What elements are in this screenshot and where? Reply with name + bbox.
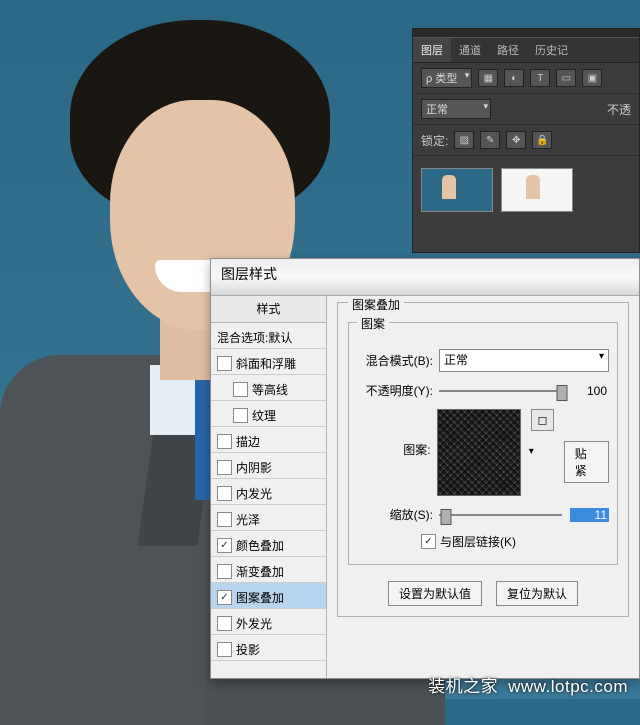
style-item-label: 等高线 [252, 381, 288, 398]
pattern-overlay-settings: 图案叠加 图案 混合模式(B): 正常 不透明度(Y): 100 [327, 296, 639, 678]
blending-options-item[interactable]: 混合选项:默认 [211, 323, 326, 349]
style-checkbox[interactable] [217, 564, 232, 579]
filter-type-select[interactable]: ρ 类型 [421, 68, 472, 88]
scale-slider[interactable] [439, 507, 562, 523]
opacity-label: 不透 [607, 101, 631, 118]
group-title: 图案 [357, 315, 389, 332]
style-item[interactable]: 描边 [211, 427, 326, 453]
style-checkbox[interactable] [217, 642, 232, 657]
reset-default-button[interactable]: 复位为默认 [496, 581, 578, 606]
style-item[interactable]: 内阴影 [211, 453, 326, 479]
tab-paths[interactable]: 路径 [489, 38, 527, 62]
style-item[interactable]: 光泽 [211, 505, 326, 531]
layer-thumbnail[interactable] [501, 168, 573, 212]
section-title: 图案叠加 [348, 296, 404, 313]
style-item[interactable]: 外发光 [211, 609, 326, 635]
blend-mode-label: 混合模式(B): [357, 352, 433, 369]
style-item-label: 渐变叠加 [236, 563, 284, 580]
tab-history[interactable]: 历史记 [527, 38, 576, 62]
make-default-button[interactable]: 设置为默认值 [388, 581, 482, 606]
style-checkbox[interactable] [233, 382, 248, 397]
filter-smart-icon[interactable]: ▣ [582, 69, 602, 87]
style-item-label: 投影 [236, 641, 260, 658]
style-item-label: 描边 [236, 433, 260, 450]
style-item[interactable]: ✓ 图案叠加 [211, 583, 326, 609]
lock-all-icon[interactable]: 🔒 [532, 131, 552, 149]
filter-adjust-icon[interactable]: ◐ [504, 69, 524, 87]
style-item-label: 图案叠加 [236, 589, 284, 606]
dialog-title: 图层样式 [211, 259, 639, 296]
blend-mode-combo[interactable]: 正常 [439, 349, 609, 372]
layer-thumbnail[interactable] [421, 168, 493, 212]
lock-pixels-icon[interactable]: ✎ [480, 131, 500, 149]
style-item[interactable]: 斜面和浮雕 [211, 349, 326, 375]
tab-layers[interactable]: 图层 [413, 38, 451, 62]
watermark: 装机之家 www.lotpc.com [428, 672, 628, 697]
filter-shape-icon[interactable]: ▭ [556, 69, 576, 87]
style-item[interactable]: 纹理 [211, 401, 326, 427]
opacity-value[interactable]: 100 [570, 384, 609, 398]
style-item-label: 斜面和浮雕 [236, 355, 296, 372]
style-item[interactable]: 内发光 [211, 479, 326, 505]
link-with-layer-checkbox[interactable]: ✓ [421, 534, 436, 549]
style-checkbox[interactable]: ✓ [217, 590, 232, 605]
style-item[interactable]: ✓ 颜色叠加 [211, 531, 326, 557]
style-item-label: 内阴影 [236, 459, 272, 476]
scale-label: 缩放(S): [357, 506, 433, 523]
opacity-slider[interactable] [439, 383, 562, 399]
style-checkbox[interactable] [233, 408, 248, 423]
layer-style-dialog: 图层样式 样式 混合选项:默认 斜面和浮雕等高线纹理描边内阴影内发光光泽 ✓ 颜色叠… [210, 258, 640, 679]
snap-to-origin-icon[interactable]: ◻ [531, 409, 554, 431]
style-item[interactable]: 投影 [211, 635, 326, 661]
styles-list: 样式 混合选项:默认 斜面和浮雕等高线纹理描边内阴影内发光光泽 ✓ 颜色叠加渐变叠加… [211, 296, 327, 678]
style-checkbox[interactable]: ✓ [217, 538, 232, 553]
styles-header[interactable]: 样式 [211, 296, 326, 323]
pattern-picker[interactable] [437, 409, 521, 496]
opacity-label: 不透明度(Y): [357, 382, 433, 399]
filter-pixel-icon[interactable]: ▦ [478, 69, 498, 87]
layers-panel: 图层 通道 路径 历史记 ρ 类型 ▦ ◐ T ▭ ▣ 正常 不透 锁定: ▨ … [412, 28, 640, 253]
style-checkbox[interactable] [217, 512, 232, 527]
style-item-label: 外发光 [236, 615, 272, 632]
lock-position-icon[interactable]: ✥ [506, 131, 526, 149]
blend-mode-select[interactable]: 正常 [421, 99, 491, 119]
tab-channels[interactable]: 通道 [451, 38, 489, 62]
style-item[interactable]: 渐变叠加 [211, 557, 326, 583]
style-item-label: 颜色叠加 [236, 537, 284, 554]
pattern-label: 图案: [357, 441, 431, 458]
style-checkbox[interactable] [217, 356, 232, 371]
style-item-label: 纹理 [252, 407, 276, 424]
scale-value[interactable]: 11 [570, 508, 609, 522]
style-item-label: 内发光 [236, 485, 272, 502]
snap-button[interactable]: 贴紧 [564, 441, 609, 483]
style-item-label: 光泽 [236, 511, 260, 528]
filter-text-icon[interactable]: T [530, 69, 550, 87]
style-checkbox[interactable] [217, 460, 232, 475]
style-item[interactable]: 等高线 [211, 375, 326, 401]
lock-label: 锁定: [421, 132, 448, 149]
lock-transparency-icon[interactable]: ▨ [454, 131, 474, 149]
style-checkbox[interactable] [217, 486, 232, 501]
link-with-layer-label: 与图层链接(K) [440, 533, 516, 550]
style-checkbox[interactable] [217, 434, 232, 449]
style-checkbox[interactable] [217, 616, 232, 631]
